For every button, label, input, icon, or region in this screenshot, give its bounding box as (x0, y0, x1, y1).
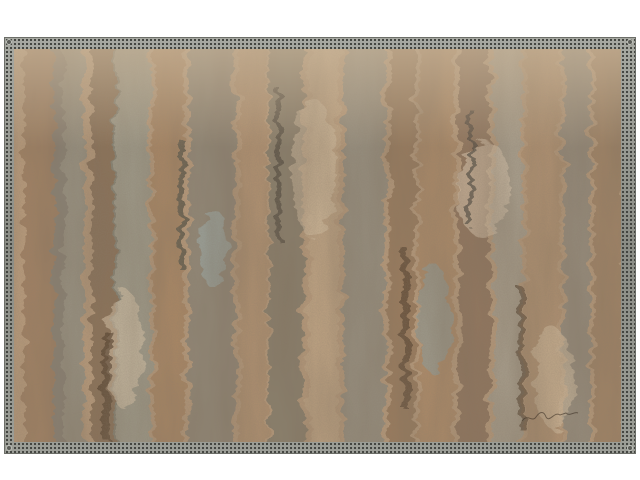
painting-surface (14, 49, 621, 442)
frame-rivet-bottom-right (628, 446, 632, 450)
painting-canvas (14, 49, 621, 442)
frame-rivet-top-left (7, 40, 11, 44)
frame-rivet-top-right (628, 40, 632, 44)
top-light-wash (14, 49, 621, 442)
frame-rivet-bottom-left (7, 446, 11, 450)
image-stage (0, 0, 640, 480)
